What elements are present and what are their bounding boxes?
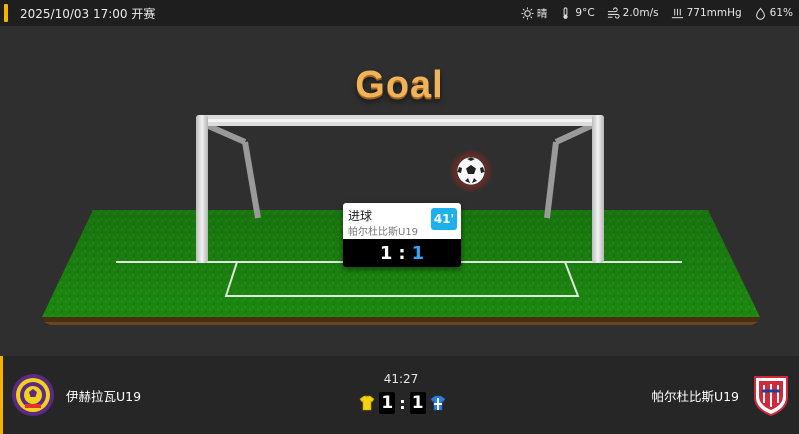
wind-text: 2.0m/s <box>622 7 659 19</box>
away-team-logo <box>754 376 788 417</box>
away-team-name: 帕尔杜比斯U19 <box>651 389 739 404</box>
event-team: 帕尔杜比斯U19 <box>348 227 419 238</box>
home-team-logo <box>12 374 54 416</box>
goal-event-card: 进球 帕尔杜比斯U19 41' 1 : 1 <box>343 203 461 267</box>
pressure-icon <box>671 8 683 18</box>
goal-title: Goal <box>355 64 444 106</box>
event-home-score: 1 <box>379 242 393 264</box>
weather-pressure: 771mmHg <box>671 7 742 20</box>
scoreboard-accent <box>0 356 3 434</box>
weather-humidity: 61% <box>754 7 793 20</box>
thermometer-icon <box>563 6 569 19</box>
soccer-ball-icon <box>449 149 493 193</box>
weather-condition-text: 晴 <box>536 7 548 20</box>
away-shirt-icon <box>430 395 446 411</box>
event-type: 进球 <box>348 209 373 223</box>
score-separator: : <box>399 393 406 413</box>
pressure-text: 771mmHg <box>686 7 742 19</box>
home-score: 1 <box>379 392 396 414</box>
match-clock: 41:27 <box>383 372 419 386</box>
wind-icon <box>607 6 620 19</box>
score-display: 1 : 1 <box>355 391 450 415</box>
weather-info: 晴 9°C 2.0m/s 771mmHg 61% <box>521 6 799 21</box>
sun-icon <box>521 6 534 20</box>
accent-bar <box>4 4 8 22</box>
weather-temperature: 9°C <box>559 6 595 20</box>
humidity-text: 61% <box>769 7 793 19</box>
humidity-icon <box>755 7 765 20</box>
pitch-edge <box>42 317 760 322</box>
home-team-name: 伊赫拉瓦U19 <box>66 389 142 404</box>
away-score: 1 <box>409 392 426 414</box>
event-score: 1 : 1 <box>343 239 461 267</box>
kickoff-time: 2025/10/03 17:00 开赛 <box>20 6 156 21</box>
event-info: 进球 帕尔杜比斯U19 41' <box>343 203 461 239</box>
top-bar: 2025/10/03 17:00 开赛 晴 9°C 2.0m/s 771mmHg… <box>0 0 799 26</box>
temperature-text: 9°C <box>575 7 595 19</box>
event-away-score: 1 <box>411 242 425 264</box>
event-score-separator: : <box>398 242 406 264</box>
weather-condition: 晴 <box>521 6 548 21</box>
weather-wind: 2.0m/s <box>607 6 659 20</box>
event-minute-badge: 41' <box>431 208 457 230</box>
match-animation: Goal 进球 帕尔杜比斯U19 41' 1 : 1 <box>0 26 799 356</box>
home-shirt-icon <box>359 395 375 411</box>
